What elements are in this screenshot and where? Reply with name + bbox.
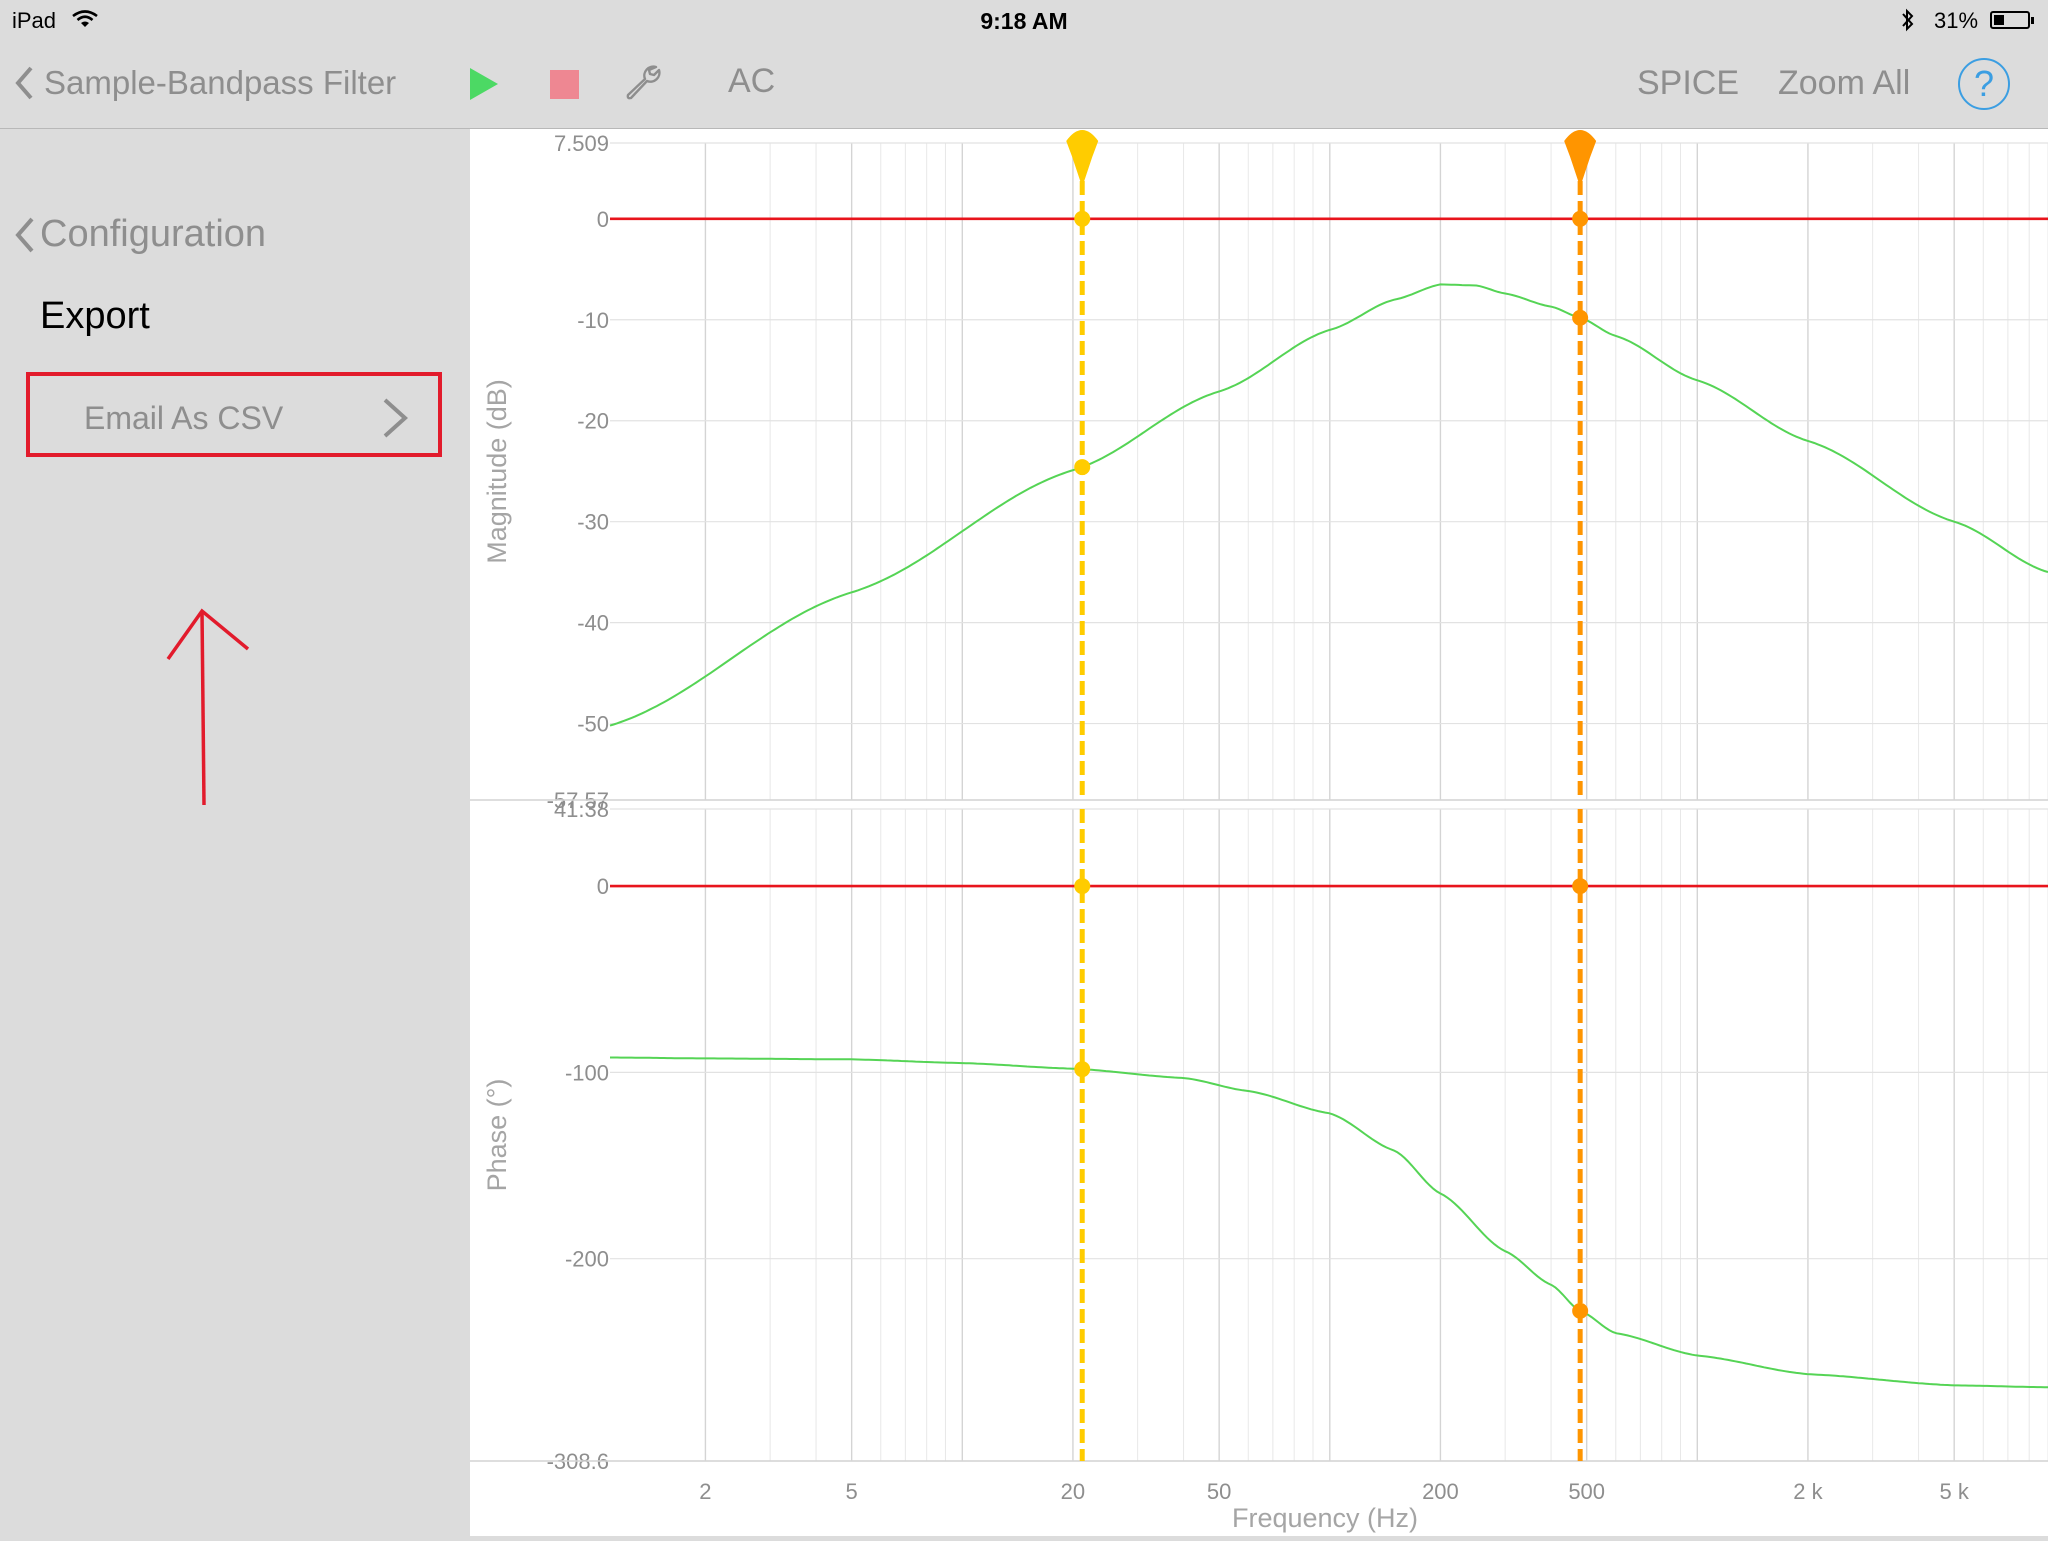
- analysis-mode-button[interactable]: AC: [728, 62, 775, 101]
- bluetooth-icon: [1902, 8, 1914, 32]
- bode-plot[interactable]: 7.509 0 -10 -20 -30 -40 -50 -57.57 Magnitude (dB…: [470, 129, 2048, 1536]
- wrench-icon[interactable]: [624, 64, 662, 102]
- y-tick-label: 7.509: [554, 131, 609, 156]
- x-tick-label: 200: [1422, 1479, 1459, 1504]
- clock: 9:18 AM: [980, 8, 1068, 34]
- x-tick-label: 20: [1061, 1479, 1085, 1504]
- y-tick-label: 0: [597, 874, 609, 899]
- cursor-point: [1074, 459, 1091, 476]
- cursor-handle-icon: [1066, 130, 1099, 187]
- cursor-point: [1572, 1302, 1589, 1319]
- response-trace: [610, 1056, 2048, 1389]
- status-bar: iPad 9:18 AM 31%: [0, 0, 2048, 40]
- x-tick-label: 2: [699, 1479, 711, 1504]
- cursor-point: [1572, 878, 1589, 895]
- bode-plot-svg[interactable]: 7.5090-10-20-30-40-50-57.57Magnitude (dB…: [470, 129, 2048, 1536]
- y-tick-label: 41.38: [554, 797, 609, 822]
- spice-button[interactable]: SPICE: [1637, 64, 1739, 103]
- email-as-csv-button[interactable]: Email As CSV: [26, 372, 442, 457]
- x-tick-label: 5: [846, 1479, 858, 1504]
- y-tick-label: -30: [577, 510, 609, 535]
- cursor-handle-icon: [1564, 130, 1597, 187]
- chevron-left-icon: [15, 66, 33, 100]
- y-tick-label: -100: [565, 1060, 609, 1085]
- section-title: Export: [40, 295, 150, 337]
- battery-icon: [1990, 11, 2034, 29]
- x-tick-label: 5 k: [1940, 1479, 1970, 1504]
- stop-icon[interactable]: [550, 70, 579, 99]
- back-button-label: Sample-Bandpass Filter: [44, 64, 397, 101]
- cursor-point: [1572, 210, 1589, 227]
- configuration-back-button[interactable]: Configuration: [14, 213, 266, 256]
- y-axis-title: Magnitude (dB): [482, 379, 512, 564]
- y-tick-label: -200: [565, 1247, 609, 1272]
- y-axis-title: Phase (°): [482, 1079, 512, 1192]
- x-tick-label: 2 k: [1793, 1479, 1823, 1504]
- x-tick-label: 50: [1207, 1479, 1231, 1504]
- y-tick-label: -20: [577, 409, 609, 434]
- back-button[interactable]: Sample-Bandpass Filter: [14, 64, 396, 102]
- y-tick-label: -40: [577, 611, 609, 636]
- y-tick-label: -10: [577, 308, 609, 333]
- battery-percent: 31%: [1934, 8, 1979, 33]
- y-tick-label: 0: [597, 207, 609, 232]
- cursor-point: [1074, 210, 1091, 227]
- annotation-arrow: [166, 608, 250, 806]
- cursor-point: [1572, 309, 1589, 326]
- cursor-point: [1074, 1061, 1091, 1078]
- chevron-left-icon: [15, 217, 34, 252]
- x-axis-title: Frequency (Hz): [1232, 1503, 1418, 1533]
- cursor-point: [1074, 878, 1091, 895]
- help-icon[interactable]: ?: [1958, 58, 2010, 110]
- y-tick-label: -50: [577, 712, 609, 737]
- configuration-back-label: Configuration: [40, 213, 267, 255]
- response-trace: [609, 283, 2048, 727]
- toolbar: Sample-Bandpass Filter AC SPICE Zoom All…: [0, 40, 2048, 129]
- sidebar: Configuration Export Email As CSV: [0, 129, 470, 1536]
- x-tick-label: 500: [1568, 1479, 1605, 1504]
- zoom-all-button[interactable]: Zoom All: [1778, 64, 1910, 103]
- play-icon[interactable]: [468, 66, 500, 102]
- chevron-right-icon: [383, 398, 408, 438]
- email-as-csv-label: Email As CSV: [84, 400, 284, 436]
